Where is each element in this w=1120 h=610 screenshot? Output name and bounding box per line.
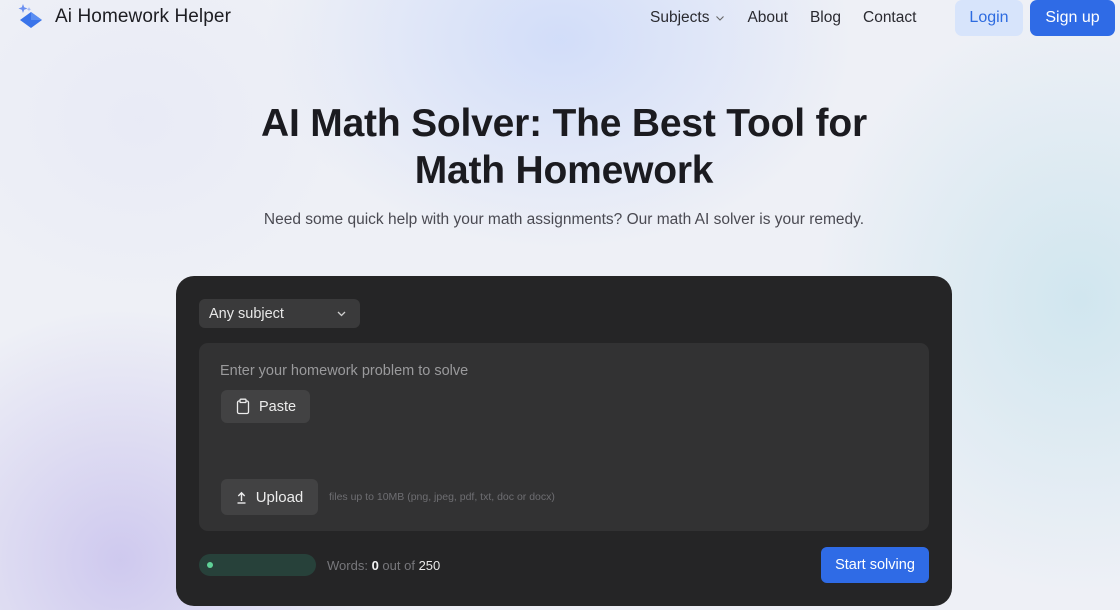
- word-count-separator: out of: [382, 558, 415, 573]
- signup-button[interactable]: Sign up: [1030, 0, 1115, 36]
- upload-arrow-icon: [237, 491, 246, 504]
- page-subtitle: Need some quick help with your math assi…: [263, 211, 865, 228]
- nav-item-contact[interactable]: Contact: [863, 9, 916, 27]
- nav-menu: Subjects About Blog Contact: [650, 0, 938, 36]
- nav-item-blog[interactable]: Blog: [810, 9, 841, 27]
- nav-item-label: Subjects: [650, 9, 710, 26]
- paste-button-label: Paste: [258, 398, 297, 415]
- top-nav: Ai Homework Helper Subjects About Blog C…: [0, 0, 1120, 36]
- page-title-line-1: AI Math Solver: The Best Tool for: [261, 102, 867, 145]
- upload-button[interactable]: Upload: [221, 479, 318, 515]
- brand-link[interactable]: Ai Homework Helper: [16, 3, 231, 31]
- subject-select-value: Any subject: [209, 305, 284, 322]
- problem-input[interactable]: [220, 360, 900, 382]
- page-title: AI Math Solver: The Best Tool for Math H…: [160, 100, 968, 194]
- word-count: Words: 0 out of 250: [327, 558, 440, 573]
- subject-select[interactable]: Any subject: [199, 299, 360, 328]
- login-button[interactable]: Login: [955, 0, 1023, 36]
- nav-item-about[interactable]: About: [747, 9, 788, 27]
- clipboard-icon: [236, 398, 250, 415]
- paste-button[interactable]: Paste: [221, 390, 310, 423]
- word-count-current: 0: [371, 558, 379, 573]
- start-solving-button[interactable]: Start solving: [821, 547, 929, 583]
- nav-item-subjects[interactable]: Subjects: [650, 9, 725, 27]
- problem-editor: Paste Upload files up to 10MB (png, jpeg…: [199, 343, 929, 531]
- chevron-down-icon: [337, 311, 346, 317]
- word-count-prefix: Words:: [327, 558, 368, 573]
- page-title-line-2: Math Homework: [414, 149, 714, 192]
- word-count-max: 250: [418, 558, 441, 573]
- sparkle-diamond-icon: [16, 3, 46, 31]
- upload-button-label: Upload: [255, 488, 304, 506]
- solver-panel: Any subject Paste Upload files up to 10M…: [176, 276, 952, 606]
- upload-hint: files up to 10MB (png, jpeg, pdf, txt, d…: [329, 491, 555, 503]
- word-count-progress: [199, 554, 316, 576]
- progress-indicator-dot: [207, 562, 213, 568]
- brand-name: Ai Homework Helper: [55, 6, 232, 27]
- chevron-down-icon: [716, 16, 725, 21]
